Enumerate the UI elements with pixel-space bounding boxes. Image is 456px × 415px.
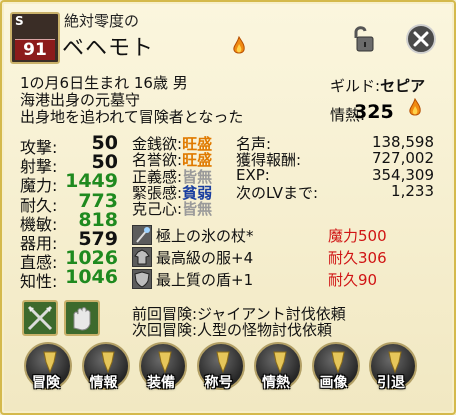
staff-icon[interactable] bbox=[132, 225, 152, 245]
stat-value: 1046 bbox=[65, 266, 118, 289]
record-label: EXP: bbox=[236, 165, 270, 184]
desire-label: 克己心: bbox=[132, 200, 183, 219]
crossed-swords-skill-icon[interactable] bbox=[22, 300, 58, 336]
shield-icon[interactable] bbox=[132, 269, 152, 289]
stat-label: 知性: bbox=[20, 272, 58, 292]
equipment-stat: 耐久306 bbox=[328, 249, 387, 267]
record-value: 138,598 bbox=[371, 133, 434, 151]
next-adventure: 次回冒険:人型の怪物討伐依頼 bbox=[132, 321, 333, 339]
record-value: 727,002 bbox=[371, 149, 434, 168]
record-value: 354,309 bbox=[371, 165, 434, 184]
record-label: 次のLVまで: bbox=[236, 183, 319, 202]
passion-flame-icon bbox=[409, 98, 421, 116]
equipment-name[interactable]: 最高級の服+4 bbox=[156, 247, 253, 268]
menu-button-label: 装備 bbox=[147, 375, 175, 391]
menu-button-5[interactable]: 情熱 bbox=[252, 342, 302, 398]
menu-button-label: 冒険 bbox=[32, 375, 60, 391]
menu-button-7[interactable]: 引退 bbox=[367, 342, 417, 398]
level-badge: 91 bbox=[15, 39, 55, 60]
equipment-stat: 魔力500 bbox=[328, 227, 387, 245]
menu-button-6[interactable]: 画像 bbox=[310, 342, 360, 398]
hand-skill-icon[interactable] bbox=[64, 300, 100, 336]
character-epithet: 絶対零度の bbox=[64, 12, 140, 30]
equipment-name[interactable]: 最上質の盾+1 bbox=[156, 269, 253, 290]
menu-button-label: 情報 bbox=[89, 375, 118, 391]
desire-row: 克己心:皆無 bbox=[132, 198, 212, 219]
flame-icon bbox=[233, 36, 245, 54]
character-name: ベヘモト bbox=[62, 36, 155, 61]
passion-value: 325 bbox=[354, 101, 394, 123]
guild-label: ギルド:セピア bbox=[330, 75, 425, 96]
guild-label-text: ギルド: bbox=[330, 77, 381, 95]
menu-button-label: 引退 bbox=[377, 375, 405, 391]
menu-button-3[interactable]: 装備 bbox=[137, 342, 187, 398]
menu-button-4[interactable]: 称号 bbox=[195, 342, 245, 398]
menu-button-label: 称号 bbox=[204, 375, 233, 391]
guild-value[interactable]: セピア bbox=[380, 77, 425, 95]
unlock-icon[interactable] bbox=[350, 24, 378, 54]
menu-button-label: 画像 bbox=[319, 375, 348, 391]
menu-button-1[interactable]: 冒険 bbox=[22, 342, 72, 398]
record-value: 1,233 bbox=[391, 181, 434, 200]
equipment-name[interactable]: 極上の氷の杖* bbox=[156, 225, 254, 246]
reason-line: 出身地を追われて冒険者となった bbox=[20, 108, 244, 126]
equipment-stat: 耐久90 bbox=[328, 271, 378, 289]
menu-button-label: 情熱 bbox=[262, 375, 290, 391]
desire-value: 皆無 bbox=[182, 200, 213, 219]
portrait[interactable]: S 91 bbox=[10, 12, 60, 64]
rank-letter: S bbox=[15, 14, 24, 28]
clothing-icon[interactable] bbox=[132, 247, 152, 267]
menu-button-2[interactable]: 情報 bbox=[80, 342, 130, 398]
close-icon[interactable] bbox=[406, 24, 436, 54]
